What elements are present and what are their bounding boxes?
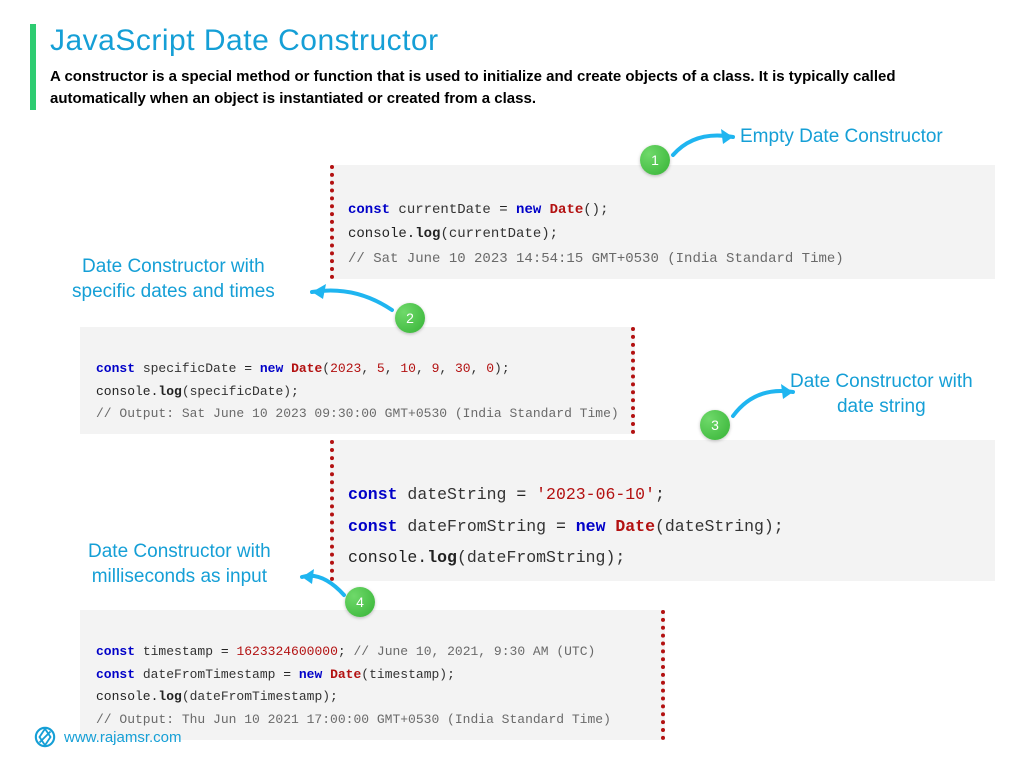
number-literal: 30 [455, 361, 471, 376]
class-date: Date [550, 202, 584, 218]
comma: , [439, 361, 455, 376]
method-log: log [415, 226, 440, 242]
call-args: (currentDate); [440, 226, 558, 242]
header: JavaScript Date Constructor A constructo… [30, 24, 950, 110]
keyword-const: const [348, 485, 398, 504]
keyword-new: new [299, 667, 330, 682]
operator-equals: = [516, 485, 536, 504]
keyword-new: new [260, 361, 291, 376]
number-literal: 5 [377, 361, 385, 376]
number-literal: 0 [486, 361, 494, 376]
operator-equals: = [221, 644, 237, 659]
var-name: currentDate [390, 202, 499, 218]
keyword-const: const [96, 667, 135, 682]
semicolon: ; [338, 644, 346, 659]
comment-output: // Sat June 10 2023 14:54:15 GMT+0530 (I… [348, 251, 844, 267]
string-literal: '2023-06-10' [536, 485, 655, 504]
class-date: Date [291, 361, 322, 376]
arrow-4 [292, 565, 352, 605]
method-log: log [427, 548, 457, 567]
comment-output: // Output: Thu Jun 10 2021 17:00:00 GMT+… [96, 712, 611, 727]
paren-close: ); [494, 361, 510, 376]
var-name: dateString [398, 485, 517, 504]
console-object: console. [96, 689, 158, 704]
method-log: log [158, 689, 181, 704]
keyword-const: const [96, 361, 135, 376]
arrow-2 [300, 280, 400, 320]
keyword-const: const [348, 202, 390, 218]
operator-equals: = [244, 361, 260, 376]
page-title: JavaScript Date Constructor [50, 24, 950, 58]
console-object: console. [96, 384, 158, 399]
label-milliseconds: Date Constructor with milliseconds as in… [88, 540, 271, 589]
comma: , [471, 361, 487, 376]
call-args: (dateString); [655, 517, 784, 536]
comma: , [361, 361, 377, 376]
label-date-string: Date Constructor with date string [790, 370, 973, 419]
page-subtitle: A constructor is a special method or fun… [50, 66, 950, 110]
var-name: dateFromString [398, 517, 556, 536]
arrow-1 [665, 125, 745, 165]
call-args: (dateFromString); [457, 548, 625, 567]
code-block-2: const specificDate = new Date(2023, 5, 1… [80, 327, 635, 434]
number-literal: 10 [400, 361, 416, 376]
paren-open: ( [322, 361, 330, 376]
comma: , [416, 361, 432, 376]
call-args: (); [583, 202, 608, 218]
operator-equals: = [283, 667, 299, 682]
call-args: (timestamp); [361, 667, 455, 682]
label-specific-dates: Date Constructor with specific dates and… [72, 255, 275, 304]
comment-inline: // June 10, 2021, 9:30 AM (UTC) [346, 644, 596, 659]
console-object: console. [348, 548, 427, 567]
comment-output: // Output: Sat June 10 2023 09:30:00 GMT… [96, 406, 619, 421]
keyword-const: const [96, 644, 135, 659]
var-name: dateFromTimestamp [135, 667, 283, 682]
method-log: log [158, 384, 181, 399]
footer-link[interactable]: www.rajamsr.com [64, 729, 182, 746]
code-block-3: const dateString = '2023-06-10'; const d… [330, 440, 995, 581]
comma: , [385, 361, 401, 376]
var-name: timestamp [135, 644, 221, 659]
semicolon: ; [655, 485, 665, 504]
var-name: specificDate [135, 361, 244, 376]
keyword-new: new [576, 517, 616, 536]
call-args: (specificDate); [182, 384, 299, 399]
arrow-3 [725, 378, 805, 423]
console-object: console. [348, 226, 415, 242]
class-date: Date [330, 667, 361, 682]
operator-equals: = [556, 517, 576, 536]
code-block-1: const currentDate = new Date(); console.… [330, 165, 995, 279]
label-empty-constructor: Empty Date Constructor [740, 125, 943, 150]
footer: www.rajamsr.com [34, 726, 182, 748]
code-block-4: const timestamp = 1623324600000; // June… [80, 610, 665, 740]
keyword-new: new [516, 202, 550, 218]
site-logo-icon [34, 726, 56, 748]
keyword-const: const [348, 517, 398, 536]
class-date: Date [615, 517, 655, 536]
number-literal: 1623324600000 [236, 644, 337, 659]
number-literal: 2023 [330, 361, 361, 376]
call-args: (dateFromTimestamp); [182, 689, 338, 704]
operator-equals: = [499, 202, 516, 218]
